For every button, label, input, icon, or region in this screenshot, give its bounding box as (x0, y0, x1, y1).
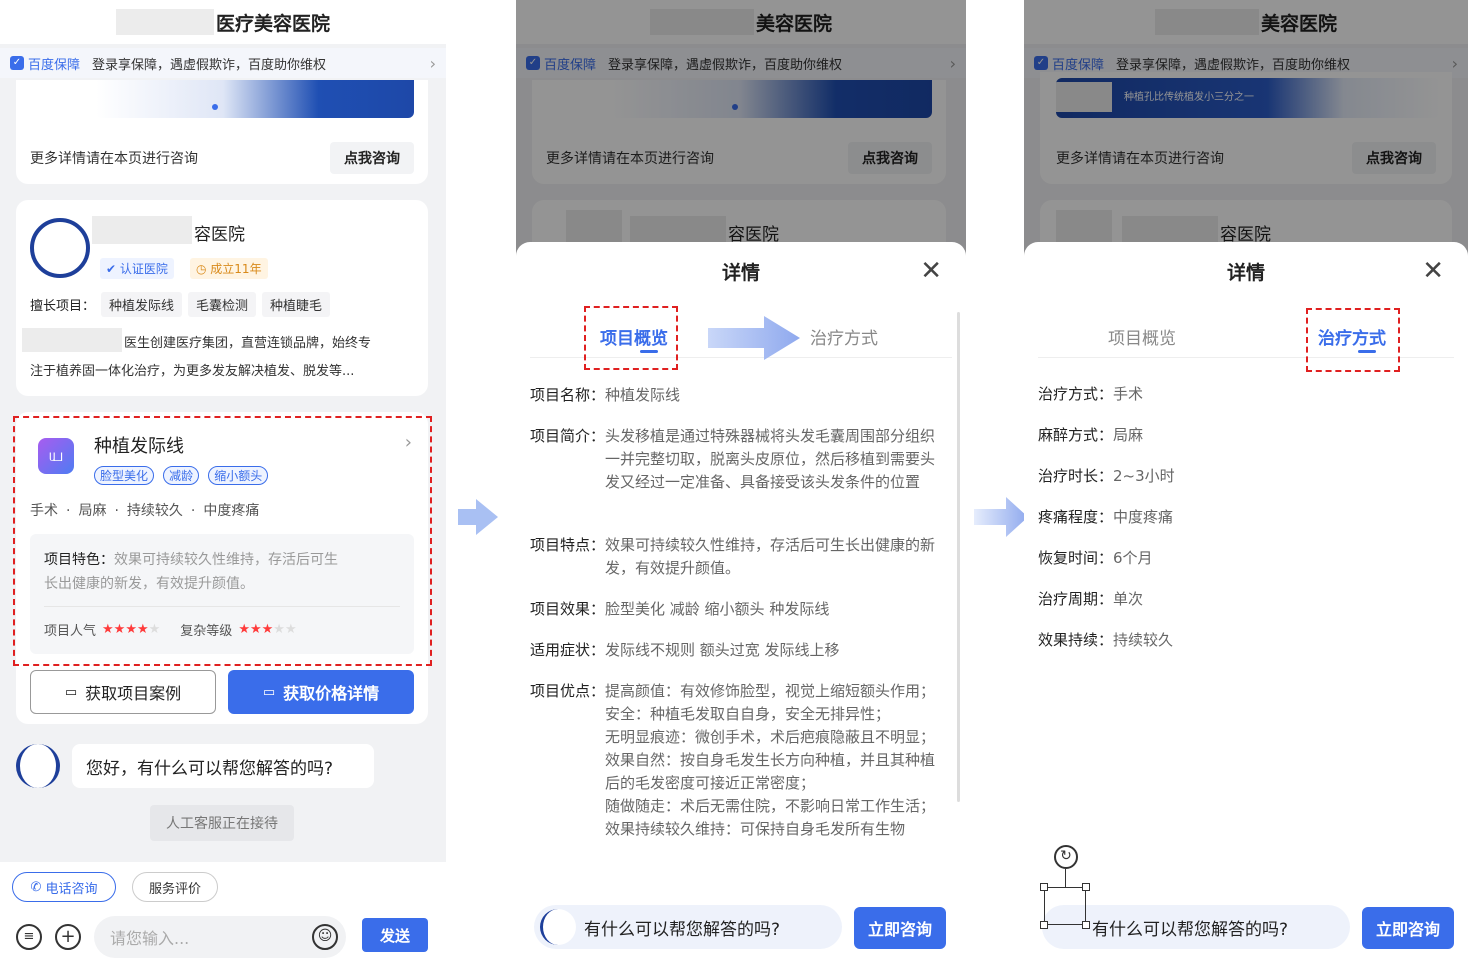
consult-row: 更多详情请在本页进行咨询 点我咨询 (30, 142, 414, 174)
bottom-bar: ✆ 电话咨询 服务评价 ≡ + 请您输入... ☺ 发送 (0, 862, 446, 977)
resize-handle[interactable] (1040, 921, 1048, 929)
panel-hospital-page: 医疗美容医院 ✓ 百度保障 登录享保障，遇虚假欺诈，百度助你维权 › 更多详情请… (0, 0, 446, 977)
resize-handle[interactable] (1082, 921, 1090, 929)
panel-detail-overview: 美容医院 ✓ 百度保障 登录享保障，遇虚假欺诈，百度助你维权 › 更多详情请在本… (516, 0, 966, 977)
rotate-handle-icon[interactable]: ↻ (1054, 845, 1078, 869)
highlight-project-card (13, 416, 432, 666)
scrollbar[interactable] (957, 312, 960, 802)
tab-switch-arrow (708, 316, 800, 360)
message-input[interactable]: 请您输入... (94, 916, 346, 958)
detail-row: 效果持续： 持续较久 (1038, 631, 1174, 649)
detail-row: 疼痛程度： 中度疼痛 (1038, 508, 1174, 526)
resize-handle[interactable] (1040, 883, 1048, 891)
detail-row: 治疗时长： 2~3小时 (1038, 467, 1175, 485)
resize-handle[interactable] (1082, 883, 1090, 891)
bottom-bar: 有什么可以帮您解答的吗? 立即咨询 (516, 893, 966, 977)
detail-row: 麻醉方式： 局麻 (1038, 426, 1144, 444)
verified-icon: ✔ (106, 262, 120, 276)
close-icon[interactable]: ✕ (920, 256, 942, 286)
clock-icon: ◷ (196, 262, 211, 276)
bottom-bar: 有什么可以帮您解答的吗? 立即咨询 ↻ (1024, 845, 1468, 977)
hospital-desc-line1: 医生创建医疗集团，直营连锁品牌，始终专 (124, 336, 372, 351)
established-badge: ◷ 成立11年 (190, 258, 268, 279)
shield-icon: ✓ (10, 56, 24, 70)
chat-icon: ▭ (64, 684, 78, 700)
detail-sheet: 详情 ✕ 项目概览 治疗方式 项目名称： 种植发际线 项目简介： 头发移植是通过特殊… (516, 242, 966, 977)
service-rating-chip[interactable]: 服务评价 (132, 872, 218, 902)
carousel-dot (212, 104, 218, 110)
highlight-tab-treatment (1306, 308, 1400, 372)
detail-row: 项目特点： 效果可持续较久性维持，存活后可生长出健康的新发，有效提升颜值。 (530, 536, 936, 577)
skill-tag: 种植发际线 (101, 292, 183, 317)
ask-input[interactable]: 有什么可以帮您解答的吗? (534, 905, 842, 949)
hospital-logo (30, 218, 90, 278)
notice-brand: 百度保障 (28, 57, 81, 73)
agent-avatar (540, 909, 576, 945)
hospital-desc-line2: 注于植养固一体化治疗，为更多发友解决植发、脱发等... (30, 364, 355, 379)
panel-detail-treatment: 美容医院 ✓ 百度保障 登录享保障，遇虚假欺诈，百度助你维权 › 种植孔比传统植… (1024, 0, 1468, 977)
detail-row: 项目效果： 脸型美化 减龄 缩小额头 种发际线 (530, 600, 830, 618)
service-status: 人工客服正在接待 (150, 805, 294, 841)
skills-row: 擅长项目： 种植发际线 毛囊检测 种植睫毛 (30, 292, 331, 317)
detail-row: 项目简介： 头发移植是通过特殊器械将头发毛囊周围部分组织一并完整切取，脱离头皮原位… (530, 427, 936, 491)
detail-row: 治疗周期： 单次 (1038, 590, 1144, 608)
chat-icon: ▭ (262, 684, 276, 700)
consult-now-button[interactable]: 立即咨询 (854, 907, 946, 949)
emoji-icon[interactable]: ☺ (312, 924, 338, 950)
consult-button[interactable]: 点我咨询 (330, 142, 414, 174)
selection-box[interactable] (1044, 887, 1086, 925)
skill-tag: 毛囊检测 (188, 292, 257, 317)
highlight-tab-overview (584, 306, 678, 370)
price-button[interactable]: ▭ 获取价格详情 (228, 670, 414, 714)
guarantee-notice[interactable]: ✓ 百度保障 登录享保障，遇虚假欺诈，百度助你维权 › (0, 48, 446, 78)
detail-row: 适用症状： 发际线不规则 额头过宽 发际线上移 (530, 641, 840, 659)
hospital-card[interactable]: 容医院 ✔ 认证医院 ◷ 成立11年 擅长项目： 种植发际线 毛囊检测 种植睫毛… (16, 200, 428, 396)
tab-treatment[interactable]: 治疗方式 (810, 324, 878, 349)
skill-tag: 种植睫毛 (262, 292, 331, 317)
sheet-title: 详情 (721, 262, 760, 284)
page-title-bar: 医疗美容医院 (0, 0, 446, 44)
arrow-right-icon (458, 497, 498, 537)
verified-badge: ✔ 认证医院 (100, 258, 174, 279)
notice-text: 登录享保障，遇虚假欺诈，百度助你维权 (92, 57, 327, 73)
send-button[interactable]: 发送 (362, 918, 428, 952)
arrow-right-icon (974, 497, 1028, 537)
consult-now-button[interactable]: 立即咨询 (1362, 907, 1454, 949)
rotate-connector (1065, 869, 1066, 887)
phone-icon: ✆ (30, 879, 42, 895)
detail-row: 恢复时间： 6个月 (1038, 549, 1153, 567)
sheet-title: 详情 (1226, 262, 1265, 284)
tab-overview[interactable]: 项目概览 (1108, 324, 1176, 349)
banner-card: 更多详情请在本页进行咨询 点我咨询 (16, 80, 428, 184)
skills-label: 擅长项目： (30, 299, 96, 314)
close-icon[interactable]: ✕ (1422, 256, 1444, 286)
blurred-name (22, 328, 122, 352)
phone-consult-chip[interactable]: ✆ 电话咨询 (12, 872, 116, 902)
menu-icon[interactable]: ≡ (16, 924, 42, 950)
detail-row: 治疗方式： 手术 (1038, 385, 1144, 403)
plus-icon[interactable]: + (55, 924, 81, 950)
blurred-name (115, 9, 214, 35)
chevron-right-icon: › (429, 53, 436, 73)
banner-image[interactable] (96, 80, 414, 118)
blurred-name (92, 216, 192, 244)
detail-sheet: 详情 ✕ 项目概览 治疗方式 治疗方式： 手术 麻醉方式： 局麻 治疗时长： 2~3小… (1024, 242, 1468, 977)
detail-row: 项目优点： 提高颜值：有效修饰脸型，视觉上缩短额头作用； 安全：种植毛发取自自身… (530, 682, 936, 838)
consult-text: 更多详情请在本页进行咨询 (30, 151, 198, 167)
detail-row: 项目名称： 种植发际线 (530, 386, 681, 404)
page-title: 医疗美容医院 (215, 12, 330, 35)
agent-avatar (16, 744, 60, 788)
case-button[interactable]: ▭ 获取项目案例 (30, 670, 216, 714)
chat-bubble: 您好，有什么可以帮您解答的吗? (72, 744, 374, 788)
hospital-name: 容医院 (194, 225, 245, 245)
